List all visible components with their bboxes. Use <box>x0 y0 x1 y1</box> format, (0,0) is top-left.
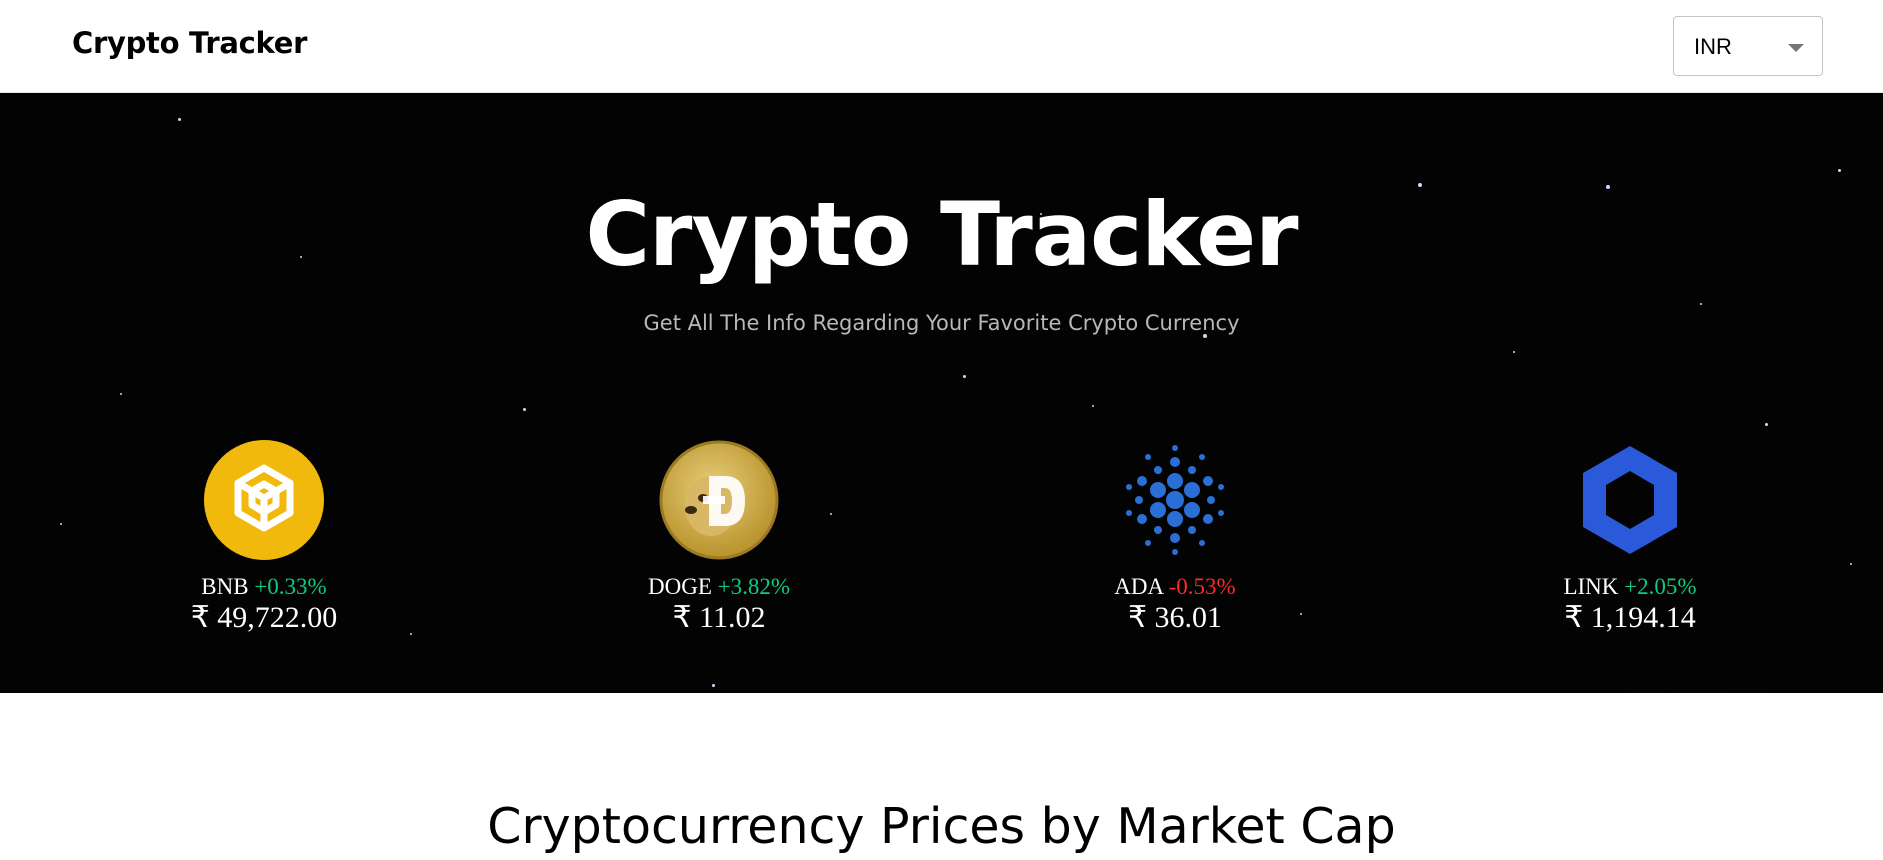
coin-price: ₹ 11.02 <box>672 601 766 634</box>
coin-symbol: BNB <box>201 574 249 599</box>
cardano-logo-icon <box>1115 440 1235 560</box>
brand-title[interactable]: Crypto Tracker <box>72 26 307 60</box>
carousel-coin-link[interactable]: LINK +2.05% ₹ 1,194.14 <box>1480 440 1780 636</box>
coin-price: ₹ 49,722.00 <box>190 601 338 634</box>
coin-symbol-change: BNB +0.33% <box>114 574 414 600</box>
coin-change-negative: -0.53% <box>1168 574 1236 599</box>
coin-change-positive: +0.33% <box>254 574 327 599</box>
coin-price: ₹ 1,194.14 <box>1564 601 1696 634</box>
chevron-down-icon <box>1788 44 1804 52</box>
doge-logo-icon <box>659 440 779 560</box>
hero-banner: Crypto Tracker Get All The Info Regardin… <box>0 93 1883 693</box>
coin-symbol-change: ADA -0.53% <box>1025 574 1325 600</box>
currency-select[interactable]: INR <box>1673 16 1823 76</box>
hero-title: Crypto Tracker <box>585 183 1298 286</box>
hero-subtitle: Get All The Info Regarding Your Favorite… <box>643 311 1240 335</box>
coin-symbol-change: LINK +2.05% <box>1480 574 1780 600</box>
carousel-coin-bnb[interactable]: BNB +0.33% ₹ 49,722.00 <box>114 440 414 636</box>
coin-symbol: ADA <box>1114 574 1163 599</box>
section-title: Cryptocurrency Prices by Market Cap <box>487 798 1396 855</box>
coin-symbol-change: DOGE +3.82% <box>569 574 869 600</box>
coin-price: ₹ 36.01 <box>1127 601 1223 634</box>
coin-symbol: DOGE <box>647 574 712 599</box>
carousel-coin-doge[interactable]: DOGE +3.82% ₹ 11.02 <box>569 440 869 636</box>
bnb-logo-icon <box>204 440 324 560</box>
carousel-coin-ada[interactable]: ADA -0.53% ₹ 36.01 <box>1025 440 1325 636</box>
coin-symbol: LINK <box>1563 574 1619 599</box>
coin-change-positive: +3.82% <box>717 574 791 599</box>
coin-change-positive: +2.05% <box>1624 574 1697 599</box>
currency-select-value: INR <box>1694 34 1732 59</box>
navbar: Crypto Tracker INR <box>0 0 1883 93</box>
chainlink-logo-icon <box>1570 440 1690 560</box>
